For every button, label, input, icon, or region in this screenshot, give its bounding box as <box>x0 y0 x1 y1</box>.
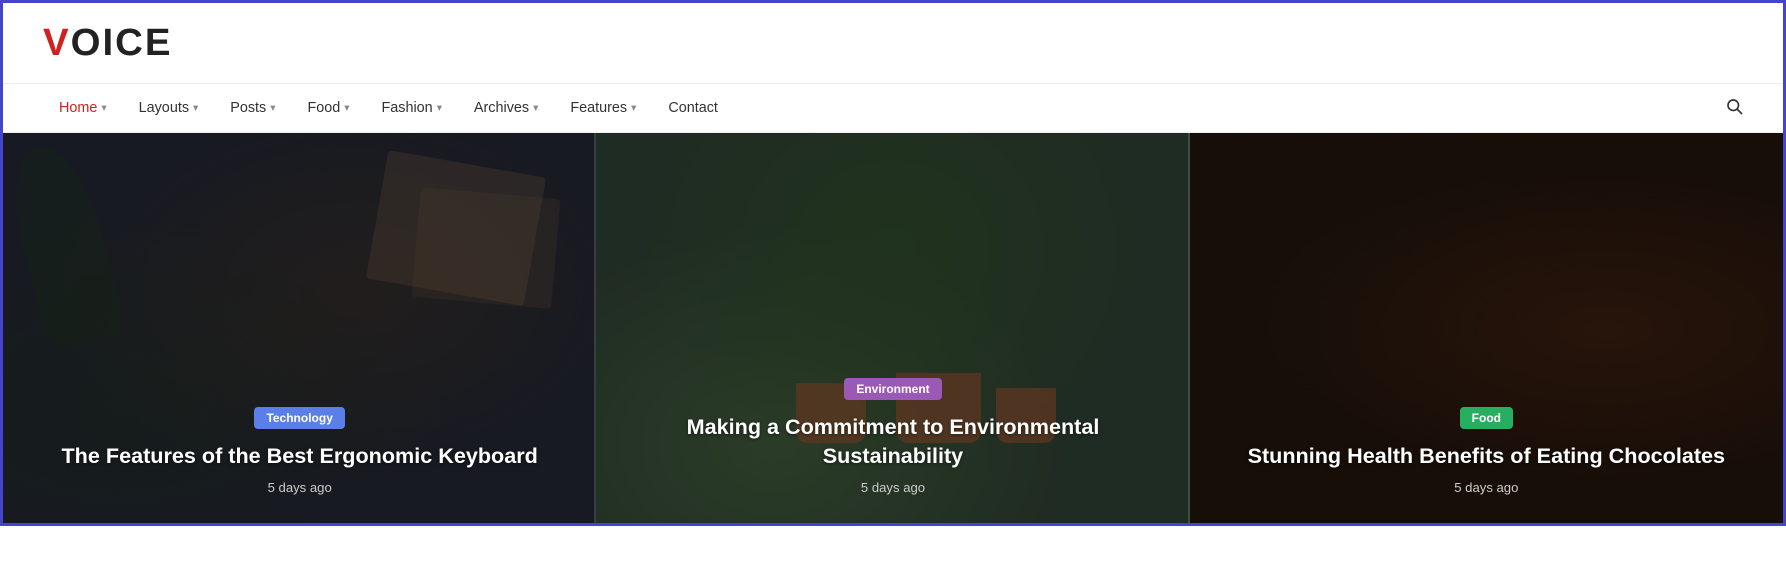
nav-label-home: Home <box>59 100 97 116</box>
nav-item-features[interactable]: Features ▾ <box>554 86 652 130</box>
main-navbar: Home ▾ Layouts ▾ Posts ▾ Food ▾ Fashion <box>3 83 1783 133</box>
card-title: Stunning Health Benefits of Eating Choco… <box>1218 441 1755 470</box>
nav-item-fashion[interactable]: Fashion ▾ <box>365 86 457 130</box>
chevron-down-icon: ▾ <box>101 102 106 114</box>
card-badge: Food <box>1460 407 1513 429</box>
nav-label-fashion: Fashion <box>381 100 432 116</box>
chevron-down-icon: ▾ <box>193 102 198 114</box>
nav-label-archives: Archives <box>474 100 529 116</box>
card-badge: Technology <box>254 407 344 429</box>
nav-label-food: Food <box>307 100 340 116</box>
nav-link-features[interactable]: Features ▾ <box>554 86 652 130</box>
nav-label-posts: Posts <box>230 100 266 116</box>
nav-links: Home ▾ Layouts ▾ Posts ▾ Food ▾ Fashion <box>43 86 734 130</box>
nav-item-archives[interactable]: Archives ▾ <box>458 86 554 130</box>
search-icon[interactable] <box>1725 97 1743 120</box>
card-content: Technology The Features of the Best Ergo… <box>3 383 596 523</box>
card-item[interactable]: Technology The Features of the Best Ergo… <box>3 133 596 523</box>
nav-label-features: Features <box>570 100 627 116</box>
card-content: Environment Making a Commitment to Envir… <box>596 354 1189 523</box>
card-time: 5 days ago <box>1218 480 1755 495</box>
nav-item-food[interactable]: Food ▾ <box>291 86 365 130</box>
logo-v-accent: V <box>43 21 71 64</box>
card-content: Food Stunning Health Benefits of Eating … <box>1190 383 1783 523</box>
nav-link-contact[interactable]: Contact <box>652 86 734 130</box>
site-logo[interactable]: VOICE <box>43 21 172 65</box>
card-time: 5 days ago <box>31 480 568 495</box>
card-item[interactable]: Environment Making a Commitment to Envir… <box>596 133 1189 523</box>
nav-link-layouts[interactable]: Layouts ▾ <box>123 86 215 130</box>
chevron-down-icon: ▾ <box>533 102 538 114</box>
nav-link-food[interactable]: Food ▾ <box>291 86 365 130</box>
nav-item-layouts[interactable]: Layouts ▾ <box>123 86 215 130</box>
nav-item-contact[interactable]: Contact <box>652 86 734 130</box>
nav-label-contact: Contact <box>668 100 718 116</box>
logo-text: OICE <box>71 21 173 64</box>
chevron-down-icon: ▾ <box>631 102 636 114</box>
featured-cards: Technology The Features of the Best Ergo… <box>3 133 1783 523</box>
site-header: VOICE <box>3 3 1783 83</box>
chevron-down-icon: ▾ <box>344 102 349 114</box>
nav-link-posts[interactable]: Posts ▾ <box>214 86 291 130</box>
nav-item-home[interactable]: Home ▾ <box>43 86 123 130</box>
nav-item-posts[interactable]: Posts ▾ <box>214 86 291 130</box>
nav-link-archives[interactable]: Archives ▾ <box>458 86 554 130</box>
card-badge: Environment <box>844 378 941 400</box>
chevron-down-icon: ▾ <box>270 102 275 114</box>
nav-label-layouts: Layouts <box>139 100 189 116</box>
card-item[interactable]: Food Stunning Health Benefits of Eating … <box>1190 133 1783 523</box>
nav-link-home[interactable]: Home ▾ <box>43 86 123 130</box>
card-title: The Features of the Best Ergonomic Keybo… <box>31 441 568 470</box>
card-time: 5 days ago <box>624 480 1161 495</box>
card-title: Making a Commitment to Environmental Sus… <box>624 412 1161 470</box>
chevron-down-icon: ▾ <box>437 102 442 114</box>
nav-link-fashion[interactable]: Fashion ▾ <box>365 86 457 130</box>
